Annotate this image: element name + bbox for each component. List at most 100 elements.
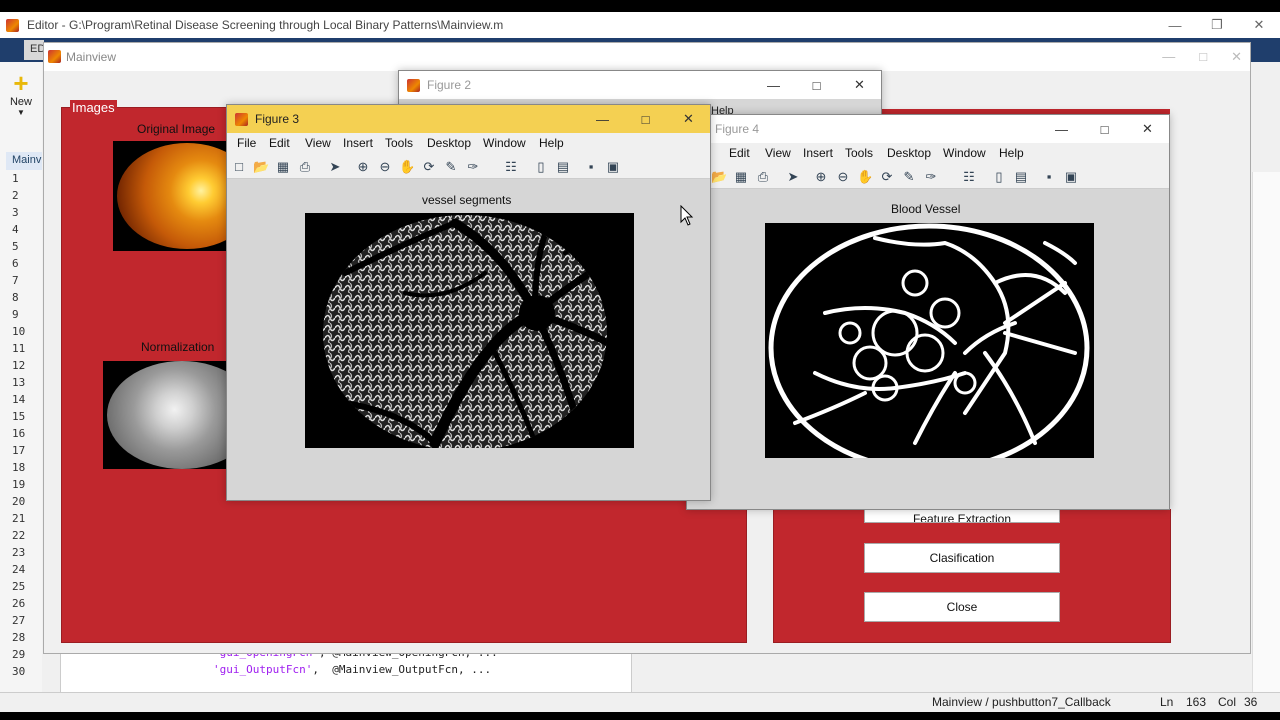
status-ln: 163 (1186, 695, 1207, 709)
menu-insert[interactable]: Insert (343, 136, 373, 150)
pointer-icon[interactable]: ➤ (327, 159, 343, 175)
menu-edit[interactable]: Edit (269, 136, 290, 150)
close-icon[interactable]: ✕ (1238, 12, 1280, 38)
menu-tools[interactable]: Tools (385, 136, 413, 150)
restore-icon[interactable]: ❐ (1196, 12, 1238, 38)
brush-icon[interactable]: ✑ (923, 169, 939, 185)
maximize-icon[interactable]: □ (624, 105, 667, 133)
print-icon[interactable]: ⎙ (755, 169, 771, 185)
line-number: 27 (12, 614, 26, 627)
zoom-out-icon[interactable]: ⊖ (835, 169, 851, 185)
figure2-titlebar: Figure 2 — □ ✕ (399, 71, 881, 99)
figure4-axes-title: Blood Vessel (891, 202, 961, 216)
link-icon[interactable]: ☷ (503, 159, 519, 175)
close-button[interactable]: Close (864, 592, 1060, 622)
pan-icon[interactable]: ✋ (399, 159, 415, 175)
save-icon[interactable]: ▦ (733, 169, 749, 185)
figure4-titlebar: Figure 4 — □ ✕ (687, 115, 1169, 143)
menu-tools[interactable]: Tools (845, 146, 873, 160)
line-number: 14 (12, 393, 26, 406)
hide-tools-icon[interactable]: ▪ (1041, 169, 1057, 185)
maximize-icon[interactable]: □ (1199, 49, 1207, 65)
controls-panel (773, 509, 1171, 643)
menu-help[interactable]: Help (539, 136, 564, 150)
zoom-out-icon[interactable]: ⊖ (377, 159, 393, 175)
zoom-in-icon[interactable]: ⊕ (813, 169, 829, 185)
hide-tools-icon[interactable]: ▪ (583, 159, 599, 175)
figure4-title: Figure 4 (715, 122, 760, 136)
line-number: 23 (12, 546, 26, 559)
editor-scrollbar[interactable] (1252, 172, 1280, 692)
colorbar-icon[interactable]: ▯ (991, 169, 1007, 185)
menu-window[interactable]: Window (483, 136, 526, 150)
menu-help[interactable]: Help (999, 146, 1024, 160)
line-number: 21 (12, 512, 26, 525)
figure4-window: Figure 4 — □ ✕ Edit View Insert Tools Deskto… (686, 114, 1170, 510)
rotate-icon[interactable]: ⟳ (879, 169, 895, 185)
save-icon[interactable]: ▦ (275, 159, 291, 175)
new-button[interactable]: + New ▼ (6, 70, 36, 117)
menu-desktop[interactable]: Desktop (427, 136, 471, 150)
zoom-in-icon[interactable]: ⊕ (355, 159, 371, 175)
maximize-icon[interactable]: □ (795, 71, 838, 99)
menu-desktop[interactable]: Desktop (887, 146, 931, 160)
status-col: 36 (1244, 695, 1258, 709)
pointer-icon[interactable]: ➤ (785, 169, 801, 185)
code-line: 'gui_OutputFcn', @Mainview_OutputFcn, ..… (213, 663, 492, 676)
matlab-icon (48, 50, 61, 63)
colorbar-icon[interactable]: ▯ (533, 159, 549, 175)
close-icon[interactable]: ✕ (838, 71, 881, 99)
images-panel-label: Images (70, 100, 117, 115)
editor-title: Editor - G:\Program\Retinal Disease Scre… (27, 18, 504, 32)
menu-window[interactable]: Window (943, 146, 986, 160)
menu-file[interactable]: File (237, 136, 256, 150)
normalization-caption: Normalization (141, 340, 215, 354)
pan-icon[interactable]: ✋ (857, 169, 873, 185)
legend-icon[interactable]: ▤ (1013, 169, 1029, 185)
minimize-icon[interactable]: — (581, 105, 624, 133)
line-number: 22 (12, 529, 26, 542)
line-number: 28 (12, 631, 26, 644)
brush-icon[interactable]: ✑ (465, 159, 481, 175)
minimize-icon[interactable]: — (1162, 49, 1175, 65)
menu-view[interactable]: View (305, 136, 331, 150)
menu-edit[interactable]: Edit (729, 146, 750, 160)
figure3-toolbar: □ 📂 ▦ ⎙ ➤ ⊕ ⊖ ✋ ⟳ ✎ ✑ ☷ ▯ ▤ ▪ ▣ (227, 155, 710, 179)
vessel-segments-image (305, 213, 634, 448)
blood-vessel-image (765, 223, 1094, 458)
menu-insert[interactable]: Insert (803, 146, 833, 160)
line-number: 2 (12, 189, 19, 202)
open-icon[interactable]: 📂 (253, 159, 269, 175)
line-number: 12 (12, 359, 26, 372)
rotate-icon[interactable]: ⟳ (421, 159, 437, 175)
figure3-titlebar: Figure 3 — □ ✕ (227, 105, 710, 133)
close-icon[interactable]: ✕ (1126, 115, 1169, 143)
close-icon[interactable]: ✕ (1231, 49, 1242, 65)
show-tools-icon[interactable]: ▣ (605, 159, 621, 175)
line-number: 26 (12, 597, 26, 610)
line-number: 19 (12, 478, 26, 491)
minimize-icon[interactable]: — (752, 71, 795, 99)
data-cursor-icon[interactable]: ✎ (443, 159, 459, 175)
legend-icon[interactable]: ▤ (555, 159, 571, 175)
print-icon[interactable]: ⎙ (297, 159, 313, 175)
line-number: 8 (12, 291, 19, 304)
show-tools-icon[interactable]: ▣ (1063, 169, 1079, 185)
figure3-axes-title: vessel segments (422, 193, 512, 207)
line-number: 16 (12, 427, 26, 440)
minimize-icon[interactable]: — (1154, 12, 1196, 38)
minimize-icon[interactable]: — (1040, 115, 1083, 143)
line-number: 24 (12, 563, 26, 576)
classification-button[interactable]: Clasification (864, 543, 1060, 573)
tab-editor[interactable]: ED (24, 40, 45, 60)
file-tab-mainview[interactable]: Mainv (6, 152, 42, 170)
menu-view[interactable]: View (765, 146, 791, 160)
link-icon[interactable]: ☷ (961, 169, 977, 185)
line-number: 25 (12, 580, 26, 593)
vessel-segments-plot (323, 215, 607, 448)
data-cursor-icon[interactable]: ✎ (901, 169, 917, 185)
maximize-icon[interactable]: □ (1083, 115, 1126, 143)
open-icon[interactable]: 📂 (711, 169, 727, 185)
new-file-icon[interactable]: □ (231, 159, 247, 175)
close-icon[interactable]: ✕ (667, 105, 710, 133)
